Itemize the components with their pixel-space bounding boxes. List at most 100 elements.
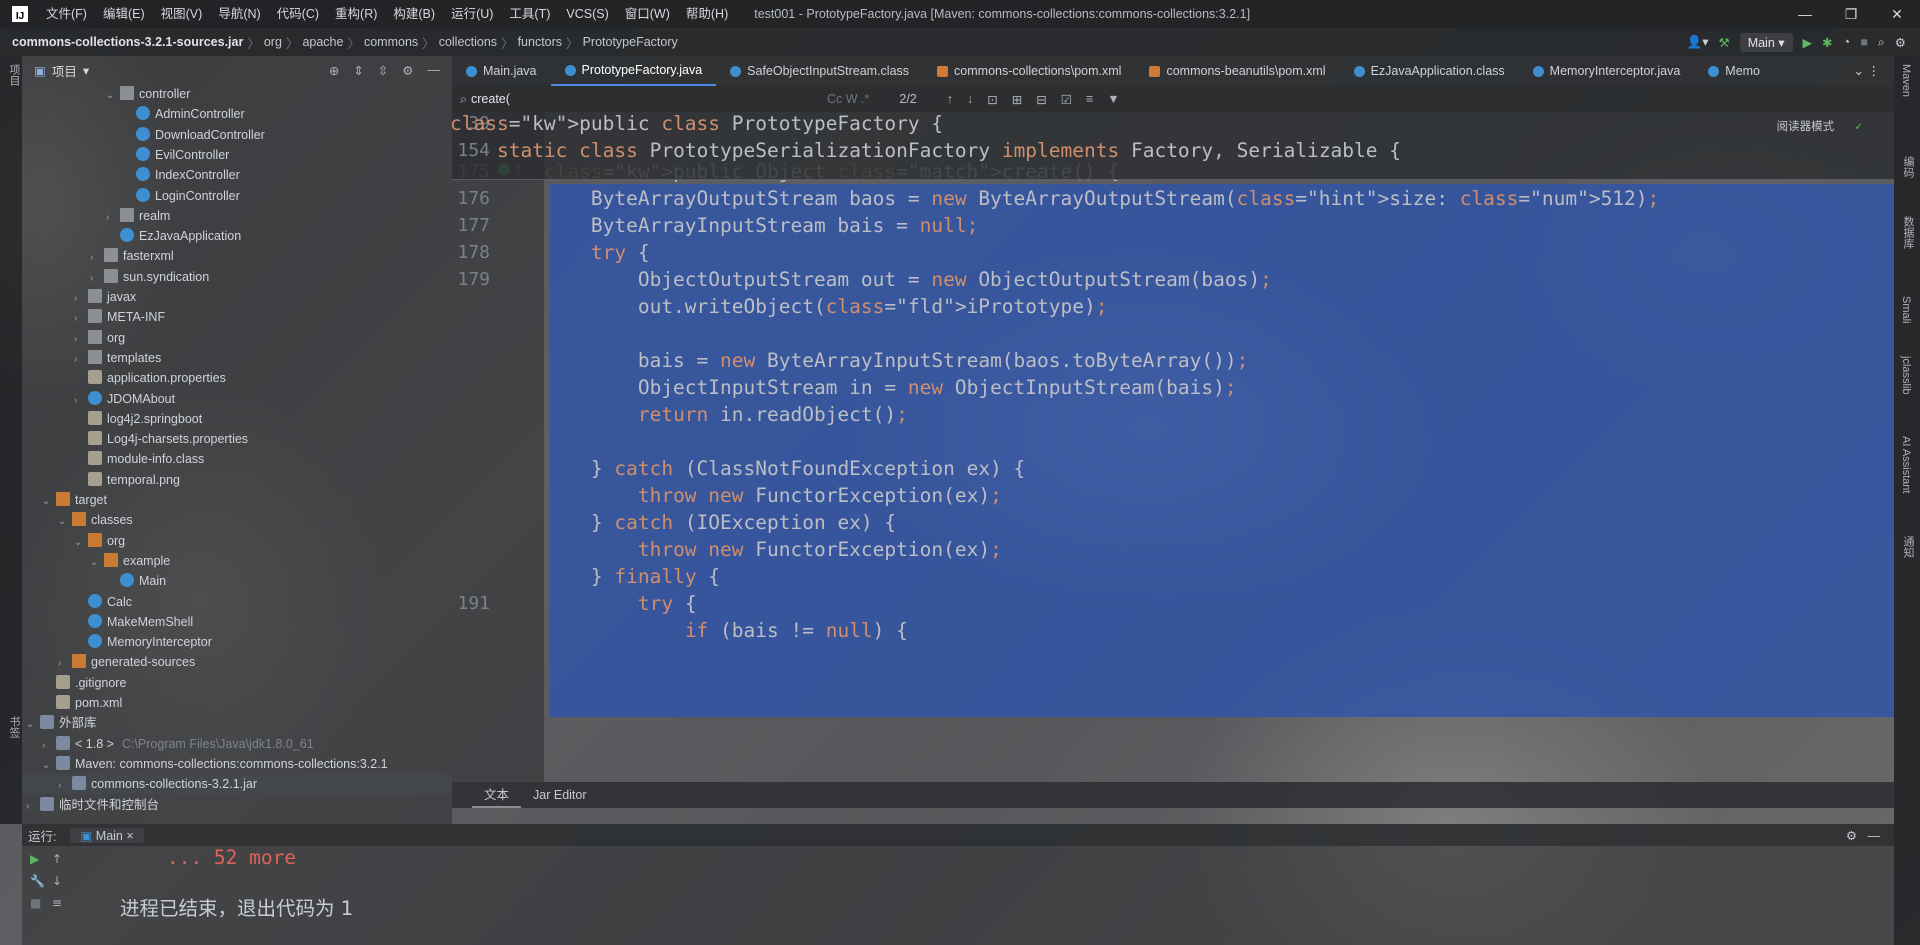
chevron-right-icon[interactable]: › xyxy=(106,208,120,228)
wrench-icon[interactable]: 🔧 xyxy=(30,874,52,888)
chevron-right-icon[interactable]: › xyxy=(58,776,72,796)
chevron-down-icon[interactable]: ⌄ xyxy=(74,533,88,553)
chevron-right-icon[interactable]: › xyxy=(90,248,104,268)
chevron-right-icon[interactable]: › xyxy=(74,391,88,411)
menu-item[interactable]: 重构(R) xyxy=(327,0,385,28)
close-button[interactable]: ✕ xyxy=(1874,0,1920,28)
chevron-right-icon[interactable]: › xyxy=(42,736,56,756)
chevron-down-icon[interactable]: ⌄ xyxy=(42,492,56,512)
code-line[interactable]: if (bais != null) { xyxy=(452,614,908,647)
select-occurrences-icon[interactable]: ☑ xyxy=(1061,92,1072,107)
breadcrumb-item[interactable]: commons-collections-3.2.1-sources.jar xyxy=(0,35,247,49)
options-gear-icon[interactable]: ⚙ xyxy=(402,63,413,78)
add-selection-icon[interactable]: ⊞ xyxy=(1012,92,1022,107)
multiline-icon[interactable]: ≡ xyxy=(1086,92,1093,107)
breadcrumb-item[interactable]: apache xyxy=(298,35,347,49)
sticky-code-line[interactable]: static class PrototypeSerializationFacto… xyxy=(452,134,1401,167)
tree-item[interactable]: ⌄ classes xyxy=(22,510,133,530)
locate-icon[interactable]: ⊕ xyxy=(329,63,339,78)
editor-tab[interactable]: MemoryInterceptor.java xyxy=(1519,56,1695,86)
menu-item[interactable]: VCS(S) xyxy=(558,0,616,28)
menu-item[interactable]: 视图(V) xyxy=(153,0,211,28)
project-title[interactable]: 项目 xyxy=(52,61,77,80)
tree-item[interactable]: › sun.syndication xyxy=(22,267,209,287)
editor-tab[interactable]: Main.java xyxy=(452,56,551,86)
tree-item[interactable]: › JDOMAbout xyxy=(22,389,175,409)
chevron-right-icon[interactable]: › xyxy=(74,309,88,329)
tree-item[interactable]: .gitignore xyxy=(22,673,126,693)
project-tool-button[interactable]: 项目 xyxy=(6,64,22,86)
menu-item[interactable]: 导航(N) xyxy=(210,0,268,28)
chevron-down-icon[interactable]: ⌄ xyxy=(90,553,104,573)
user-icon[interactable]: 👤▾ xyxy=(1687,34,1709,50)
right-tool-button[interactable]: 通知 xyxy=(1900,536,1916,558)
tree-item[interactable]: application.properties xyxy=(22,368,226,388)
tree-item[interactable]: MemoryInterceptor xyxy=(22,632,212,652)
tree-item[interactable]: ⌄ example xyxy=(22,551,170,571)
menu-item[interactable]: 构建(B) xyxy=(385,0,443,28)
tree-item[interactable]: ⌄ controller xyxy=(22,84,190,104)
chevron-down-icon[interactable]: ⌄ xyxy=(106,86,120,106)
run-tab-main[interactable]: ▣ Main × xyxy=(70,827,144,843)
tree-item[interactable]: LoginController xyxy=(22,186,240,206)
rerun-icon[interactable]: ▶ xyxy=(30,852,52,866)
close-tab-icon[interactable]: × xyxy=(126,829,133,843)
breadcrumb-item[interactable]: PrototypeFactory xyxy=(579,35,682,49)
next-match-icon[interactable]: ↓ xyxy=(967,92,973,107)
scroll-up-icon[interactable]: ↑ xyxy=(52,852,74,866)
tree-item[interactable]: ⌄ 外部库 xyxy=(22,713,97,733)
hide-panel-icon[interactable]: — xyxy=(428,63,441,78)
breadcrumb-item[interactable]: collections xyxy=(435,35,501,49)
tree-item[interactable]: DownloadController xyxy=(22,125,265,145)
code-line[interactable]: out.writeObject(class="fld">iPrototype); xyxy=(452,290,1108,323)
menu-item[interactable]: 文件(F) xyxy=(38,0,95,28)
tree-item[interactable]: Log4j-charsets.properties xyxy=(22,429,248,449)
search-everywhere-icon[interactable]: ⌕ xyxy=(1878,35,1885,50)
tab-jar-editor[interactable]: Jar Editor xyxy=(521,782,599,808)
run-console[interactable]: ▶ ↑ 🔧 ↓ ■ ≡ ... 52 more 进程已结束，退出代码为 1 xyxy=(22,846,1894,945)
search-options-icons[interactable]: Cc W .* xyxy=(827,92,869,106)
build-hammer-icon[interactable]: ⚒ xyxy=(1718,35,1729,50)
bookmarks-tool-button[interactable]: 书签 xyxy=(6,716,22,738)
maximize-button[interactable]: ❐ xyxy=(1828,0,1874,28)
menu-item[interactable]: 代码(C) xyxy=(269,0,327,28)
editor-tab[interactable]: PrototypeFactory.java xyxy=(550,56,717,86)
code-editor[interactable]: 175176177178179191↑ class="kw">public Ob… xyxy=(452,112,1894,782)
tree-item[interactable]: EvilController xyxy=(22,145,229,165)
breadcrumb-item[interactable]: org xyxy=(260,35,286,49)
editor-tab[interactable]: EzJavaApplication.class xyxy=(1340,56,1519,86)
expand-all-icon[interactable]: ⇕ xyxy=(353,63,363,78)
search-input[interactable] xyxy=(467,92,828,106)
minimize-button[interactable]: — xyxy=(1782,0,1828,28)
chevron-right-icon[interactable]: › xyxy=(90,269,104,289)
editor-tab[interactable]: Memo xyxy=(1694,56,1774,86)
tree-item[interactable]: Calc xyxy=(22,592,132,612)
chevron-right-icon[interactable]: › xyxy=(58,654,72,674)
soft-wrap-icon[interactable]: ≡ xyxy=(52,896,74,910)
menu-item[interactable]: 工具(T) xyxy=(501,0,558,28)
run-icon[interactable]: ▶ xyxy=(1803,35,1813,50)
chevron-right-icon[interactable]: › xyxy=(74,330,88,350)
breadcrumb-item[interactable]: functors xyxy=(514,35,566,49)
tree-item[interactable]: › javax xyxy=(22,287,136,307)
tree-item[interactable]: › META-INF xyxy=(22,307,165,327)
remove-selection-icon[interactable]: ⊟ xyxy=(1036,92,1046,107)
editor-tab[interactable]: commons-beanutils\pom.xml xyxy=(1135,56,1339,86)
chevron-down-icon[interactable]: ⌄ xyxy=(58,512,72,532)
intellij-logo-icon[interactable]: IJ xyxy=(12,6,28,22)
menu-item[interactable]: 编辑(E) xyxy=(95,0,153,28)
tree-item[interactable]: module-info.class xyxy=(22,449,204,469)
run-config-select[interactable]: Main ▾ xyxy=(1739,32,1793,52)
tree-item[interactable]: › generated-sources xyxy=(22,652,195,672)
tree-item[interactable]: ⌄ org xyxy=(22,531,125,551)
coverage-icon[interactable]: ◔ xyxy=(1843,35,1851,49)
settings-gear-icon[interactable]: ⚙ xyxy=(1895,35,1906,50)
filter-icon[interactable]: ▼ xyxy=(1107,92,1119,107)
chevron-down-icon[interactable]: ⌄ xyxy=(26,715,40,735)
select-all-matches-icon[interactable]: ⊡ xyxy=(987,92,997,107)
right-tool-button[interactable]: 数据库 xyxy=(1900,216,1916,249)
right-tool-button[interactable]: jclasslib xyxy=(1900,356,1912,395)
tree-item[interactable]: › org xyxy=(22,328,125,348)
debug-icon[interactable]: ✱ xyxy=(1822,35,1832,50)
tab-text[interactable]: 文本 xyxy=(472,782,522,808)
